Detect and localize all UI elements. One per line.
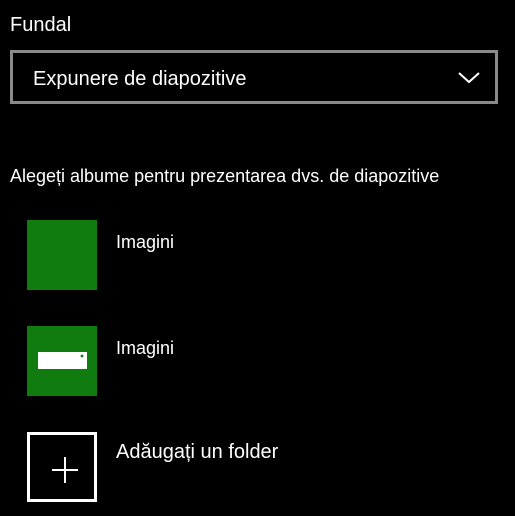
background-type-dropdown[interactable]: Expunere de diapozitive <box>10 50 498 104</box>
device-icon <box>38 352 87 369</box>
add-folder-label: Adăugați un folder <box>116 441 279 463</box>
background-section-label: Fundal <box>10 14 72 36</box>
add-folder-button[interactable]: Adăugați un folder <box>27 432 487 502</box>
album-thumbnail <box>27 220 97 290</box>
choose-albums-prompt: Alegeți albume pentru prezentarea dvs. d… <box>10 166 440 186</box>
album-item-pictures-2[interactable]: Imagini <box>27 326 487 396</box>
dropdown-selected-value: Expunere de diapozitive <box>33 68 247 90</box>
album-item-pictures[interactable]: Imagini <box>27 220 487 290</box>
album-thumbnail <box>27 326 97 396</box>
add-folder-box <box>27 432 97 502</box>
album-label: Imagini <box>116 338 175 358</box>
album-label: Imagini <box>116 232 175 252</box>
plus-icon <box>52 457 78 483</box>
chevron-down-icon <box>458 72 480 84</box>
